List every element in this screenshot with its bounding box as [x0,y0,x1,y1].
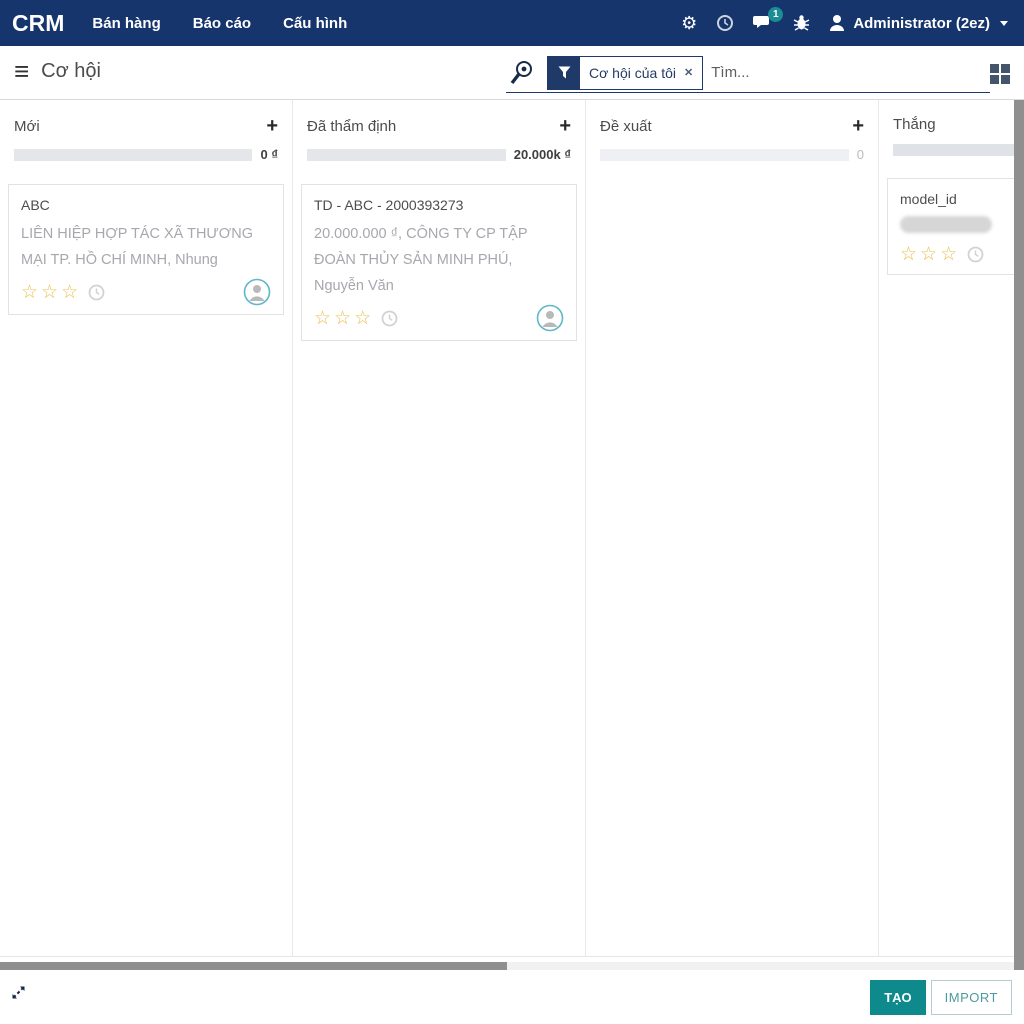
column-progressbar [600,149,849,161]
kanban-column-thang: Thắng model_id ☆☆☆ [879,100,1014,956]
add-record-button[interactable]: + [266,116,278,136]
kanban-view-switcher-icon[interactable] [990,64,1011,85]
expand-resize-icon[interactable] [10,984,27,1001]
card-title: TD - ABC - 2000393273 [314,197,564,213]
user-avatar-icon [829,14,845,32]
column-progressbar [307,149,506,161]
kanban-card[interactable]: ABC LIÊN HIỆP HỢP TÁC XÃ THƯƠNG MẠI TP. … [8,184,284,315]
app-brand[interactable]: CRM [12,10,64,37]
add-record-button[interactable]: + [559,116,571,136]
activity-clock-icon[interactable] [88,284,105,301]
create-button[interactable]: TẠO [870,980,925,1015]
top-navbar: CRM Bán hàng Báo cáo Cấu hình ⚙ 1 Admini… [0,0,1024,46]
search-bar: Cơ hội của tôi ✕ [506,53,990,93]
assignee-avatar[interactable] [243,278,271,306]
bug-icon[interactable] [793,14,810,32]
user-name: Administrator (2ez) [853,15,990,32]
assignee-avatar[interactable] [536,304,564,332]
column-total: 0 [857,147,864,162]
priority-stars[interactable]: ☆☆☆ [314,307,374,330]
kanban-column-moi: Mới + 0 ₫ ABC LIÊN HIỆP HỢP TÁC XÃ THƯƠN… [0,100,293,956]
horizontal-scrollbar-track[interactable] [0,962,1014,970]
filter-funnel-icon [548,57,580,89]
card-title: ABC [21,197,271,213]
breadcrumb: ≡ Cơ hội [14,58,101,84]
kanban-bottom-border [0,956,1014,957]
redacted-text-blur [900,216,992,233]
chevron-down-icon [1000,21,1008,26]
column-title: Đề xuất [600,118,652,135]
message-count-badge: 1 [768,7,783,22]
card-description: 20.000.000 ₫, CÔNG TY CP TẬP ĐOÀN THỦY S… [314,221,564,299]
column-title: Đã thẩm định [307,118,396,135]
navbar-right: ⚙ 1 Administrator (2ez) [681,14,1024,32]
horizontal-scrollbar-thumb[interactable] [0,962,507,970]
menu-ban-hang[interactable]: Bán hàng [92,15,160,32]
search-input[interactable] [703,64,990,81]
facet-remove-icon[interactable]: ✕ [684,66,693,79]
kanban-card[interactable]: model_id ☆☆☆ [887,178,1014,275]
search-magnifier-icon[interactable] [508,59,535,86]
vertical-scrollbar[interactable] [1014,100,1024,970]
priority-stars[interactable]: ☆☆☆ [21,281,81,304]
settings-gear-icon[interactable]: ⚙ [681,14,697,32]
activity-clock-icon[interactable] [716,14,734,32]
kanban-column-de-xuat: Đề xuất + 0 [586,100,879,956]
column-total: 20.000k ₫ [514,147,571,162]
add-record-button[interactable]: + [852,116,864,136]
column-progressbar [14,149,252,161]
menu-bao-cao[interactable]: Báo cáo [193,15,251,32]
kanban-board: Mới + 0 ₫ ABC LIÊN HIỆP HỢP TÁC XÃ THƯƠN… [0,100,1014,956]
footer-bar: TẠO IMPORT [0,970,1024,1024]
page-title: Cơ hội [41,60,101,83]
column-title: Mới [14,118,40,135]
control-panel: ≡ Cơ hội Cơ hội của tôi ✕ [0,46,1024,100]
kanban-card[interactable]: TD - ABC - 2000393273 20.000.000 ₫, CÔNG… [301,184,577,341]
main-menu: Bán hàng Báo cáo Cấu hình [92,15,347,32]
user-menu[interactable]: Administrator (2ez) [829,14,1008,32]
menu-cau-hinh[interactable]: Cấu hình [283,15,347,32]
priority-stars[interactable]: ☆☆☆ [900,243,960,266]
hamburger-menu-icon[interactable]: ≡ [14,58,29,84]
import-button[interactable]: IMPORT [931,980,1012,1015]
kanban-column-da-tham-dinh: Đã thẩm định + 20.000k ₫ TD - ABC - 2000… [293,100,586,956]
column-progressbar [893,144,1014,156]
column-total: 0 ₫ [260,147,278,162]
column-title: Thắng [893,116,936,133]
activity-clock-icon[interactable] [967,246,984,263]
card-description: LIÊN HIỆP HỢP TÁC XÃ THƯƠNG MẠI TP. HỒ C… [21,221,271,273]
messages-icon[interactable]: 1 [753,14,774,32]
search-facet[interactable]: Cơ hội của tôi ✕ [547,56,703,90]
activity-clock-icon[interactable] [381,310,398,327]
card-title: model_id [900,191,1002,207]
facet-label: Cơ hội của tôi [589,65,676,81]
